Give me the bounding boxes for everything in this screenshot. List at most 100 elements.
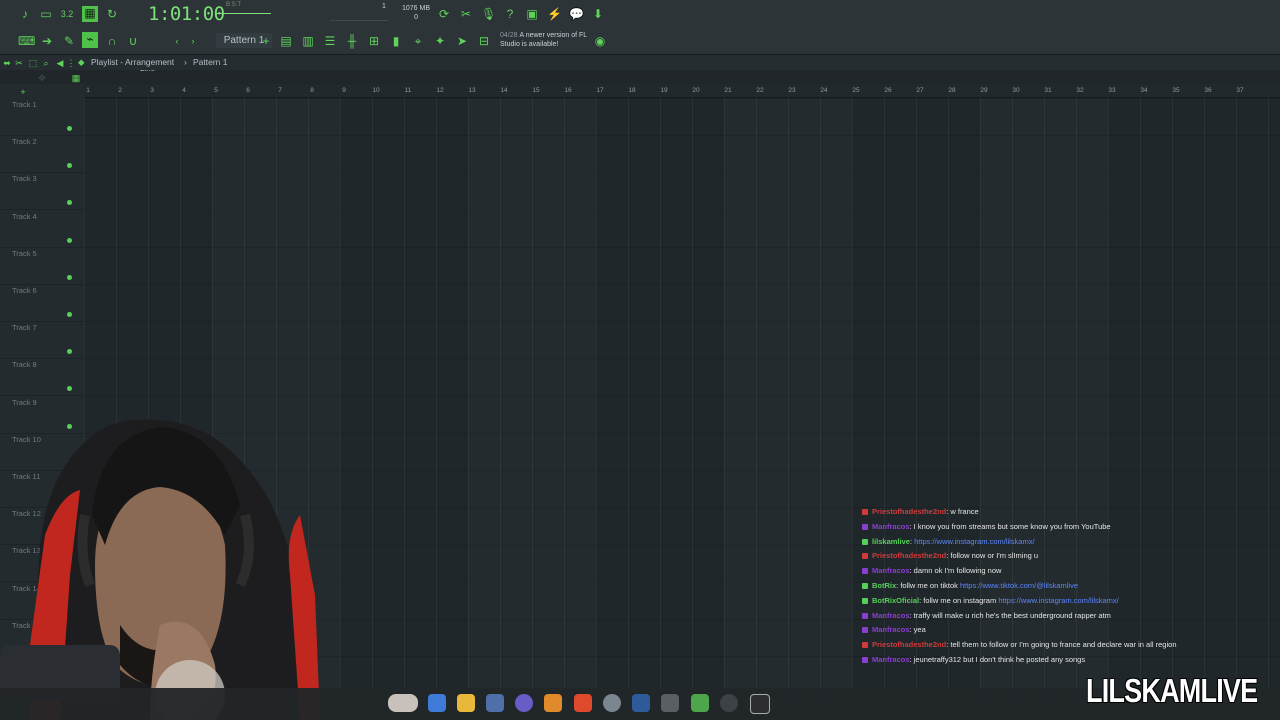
track-mute-led[interactable] bbox=[67, 237, 72, 243]
chat-username[interactable]: BotRixOficial bbox=[872, 596, 919, 605]
arrows-small-icon[interactable]: ✥ bbox=[35, 71, 49, 85]
chat-username[interactable]: Priestofhadesthe2nd bbox=[872, 551, 946, 560]
loop-record-icon[interactable]: ↻ bbox=[105, 7, 119, 21]
wait-icon[interactable]: ▭ bbox=[39, 7, 53, 21]
track-mute-led[interactable] bbox=[67, 200, 72, 206]
mixer-icon[interactable]: ☰ bbox=[323, 34, 337, 48]
chat-icon[interactable]: 💬 bbox=[569, 7, 584, 21]
snap-magnet-icon[interactable]: ∪ bbox=[126, 34, 140, 48]
chat-username[interactable]: Manfracos bbox=[872, 655, 910, 664]
chat-username[interactable]: Priestofhadesthe2nd bbox=[872, 640, 946, 649]
chat-username[interactable]: BotRix bbox=[872, 581, 896, 590]
send-icon[interactable]: ➤ bbox=[455, 34, 469, 48]
plugin-picker-icon[interactable]: ▮ bbox=[389, 34, 403, 48]
track-header[interactable]: Track 1 bbox=[0, 98, 84, 136]
tempo-display[interactable]: 3.2 bbox=[60, 7, 74, 21]
track-header[interactable]: Track 7 bbox=[0, 321, 84, 360]
playlist-icon[interactable]: ▤ bbox=[279, 34, 293, 48]
news-ticker[interactable]: 04/28 A newer version of FL Studio is av… bbox=[500, 31, 595, 49]
ruler-mark: 6 bbox=[246, 87, 250, 94]
add-pattern-icon[interactable]: + bbox=[259, 34, 273, 48]
track-mute-led[interactable] bbox=[67, 312, 72, 317]
microphone-icon[interactable]: 🎙 bbox=[481, 7, 496, 21]
playlist-arrow-icon[interactable]: ◆ bbox=[78, 57, 85, 68]
chat-username[interactable]: Manfracos bbox=[872, 522, 910, 531]
ruler-mark: 34 bbox=[1140, 87, 1148, 94]
chat-link[interactable]: https://www.instagram.com/lilskamx/ bbox=[998, 596, 1118, 605]
master-volume-slider[interactable] bbox=[215, 13, 271, 14]
copilot-icon[interactable] bbox=[428, 694, 446, 712]
chat-username[interactable]: lilskamlive bbox=[872, 537, 910, 546]
ruler-mark: 19 bbox=[660, 87, 668, 94]
playlist-header bbox=[0, 55, 1280, 70]
bar-shade bbox=[724, 98, 852, 704]
track-mute-led[interactable] bbox=[67, 163, 72, 169]
track-header[interactable]: Track 3 bbox=[0, 172, 84, 211]
chat-username[interactable]: Manfracos bbox=[872, 566, 910, 575]
brave-icon[interactable] bbox=[574, 694, 592, 712]
chat-username[interactable]: Priestofhadesthe2nd bbox=[872, 507, 946, 516]
track-header[interactable]: Track 6 bbox=[0, 284, 84, 322]
chat-username[interactable]: Manfracos bbox=[872, 625, 910, 634]
track-header[interactable]: Track 2 bbox=[0, 135, 84, 174]
chat-username[interactable]: Manfracos bbox=[872, 611, 910, 620]
steam-icon[interactable] bbox=[632, 694, 650, 712]
globe-icon[interactable]: ◉ bbox=[593, 34, 607, 48]
app2-icon[interactable] bbox=[750, 694, 770, 714]
track-mute-led[interactable] bbox=[67, 126, 72, 131]
magnet-active-icon[interactable]: ⌁ bbox=[82, 32, 98, 48]
track-mute-led[interactable] bbox=[67, 274, 72, 280]
step-edit-icon[interactable]: ▦ bbox=[82, 6, 98, 22]
browser-icon[interactable]: ⊞ bbox=[367, 34, 381, 48]
capcut-icon[interactable] bbox=[720, 694, 738, 712]
arrow-icon[interactable]: ➔ bbox=[40, 34, 54, 48]
track-mute-led[interactable] bbox=[67, 349, 72, 355]
bluestacks-icon[interactable] bbox=[691, 694, 709, 712]
pattern-view-icon[interactable]: ▦ bbox=[69, 71, 83, 85]
chevron-left-icon[interactable]: ‹ bbox=[170, 34, 184, 48]
fl-studio-icon[interactable] bbox=[544, 694, 562, 712]
tools-icon[interactable]: ✂ bbox=[12, 56, 26, 70]
ruler-mark: 36 bbox=[1204, 87, 1212, 94]
chevron-right-icon[interactable]: › bbox=[186, 34, 200, 48]
magnet-icon[interactable]: ∩ bbox=[105, 34, 119, 48]
track-header[interactable]: Track 4 bbox=[0, 210, 84, 248]
refresh-icon[interactable]: ⟳ bbox=[437, 7, 451, 21]
play-mode-icon[interactable]: ♪ bbox=[18, 7, 32, 21]
chat-link[interactable]: https://www.instagram.com/lilskamx/ bbox=[914, 537, 1034, 546]
keyboard-icon[interactable]: ⌨ bbox=[18, 34, 35, 48]
song-position-time[interactable]: 1:01:00 bbox=[148, 3, 225, 25]
track-name: Track 5 bbox=[12, 248, 37, 258]
breadcrumb-pattern[interactable]: Pattern 1 bbox=[193, 57, 228, 67]
track-header[interactable]: Track 8 bbox=[0, 358, 84, 397]
discord-icon[interactable] bbox=[515, 694, 533, 712]
file-explorer-icon[interactable] bbox=[457, 694, 475, 712]
save-icon[interactable]: ▣ bbox=[525, 7, 539, 21]
piano-roll-icon[interactable]: ╫ bbox=[345, 34, 359, 48]
pencil-icon[interactable]: ✎ bbox=[62, 34, 76, 48]
scissors-icon[interactable]: ✂ bbox=[459, 7, 473, 21]
channel-rack-icon[interactable]: ▥ bbox=[301, 34, 315, 48]
ruler-mark: 29 bbox=[980, 87, 988, 94]
zoom-icon[interactable]: ⌕ bbox=[39, 56, 53, 70]
plugin-icon[interactable]: ⚡ bbox=[547, 7, 562, 21]
master-pitch-slider[interactable] bbox=[330, 20, 388, 21]
chat-link[interactable]: https://www.tiktok.com/@lilskamlive bbox=[960, 581, 1078, 590]
help-icon[interactable]: ? bbox=[503, 7, 517, 21]
add-track-icon[interactable]: + bbox=[16, 85, 30, 99]
download-icon[interactable]: ⬇ bbox=[591, 7, 605, 21]
touch-keyboard-icon[interactable]: ⌖ bbox=[411, 34, 425, 48]
timeline-ruler[interactable]: 1 2 3 4 5 6 7 8 9 10 11 12 13 14 15 16 17 18 19 20 21 22 23 24 2… bbox=[84, 84, 1280, 98]
wand-icon[interactable]: ✦ bbox=[433, 34, 447, 48]
breadcrumb-playlist[interactable]: Playlist - Arrangement bbox=[91, 57, 174, 67]
chat-badge-icon bbox=[862, 553, 868, 560]
search-pill-icon[interactable] bbox=[388, 694, 418, 712]
store-icon[interactable] bbox=[486, 694, 504, 712]
more-icon[interactable]: ⋮ bbox=[64, 56, 78, 70]
cart-icon[interactable]: ⊟ bbox=[477, 34, 491, 48]
track-mute-led[interactable] bbox=[67, 386, 72, 392]
app-icon[interactable] bbox=[661, 694, 679, 712]
select-icon[interactable]: ⬚ bbox=[26, 56, 40, 70]
obs-icon[interactable] bbox=[603, 694, 621, 712]
track-header[interactable]: Track 5 bbox=[0, 247, 84, 285]
